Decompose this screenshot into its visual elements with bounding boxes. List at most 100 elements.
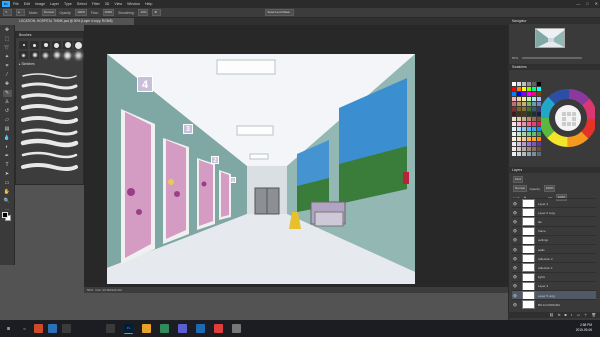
layer-row[interactable]: 👁 BG FLOORGRA [512,299,596,310]
visibility-eye-icon[interactable]: 👁 [512,229,518,233]
color-swatch[interactable] [517,132,521,136]
color-swatch[interactable] [532,97,536,101]
gradient-tool-icon[interactable]: ▤ [3,126,12,133]
app-icon[interactable] [62,324,71,333]
color-swatch[interactable] [517,142,521,146]
color-swatch[interactable] [532,107,536,111]
color-swatch[interactable] [522,132,526,136]
close-button[interactable]: ✕ [595,1,598,6]
layer-style-icon[interactable]: fx [558,312,561,318]
color-swatch[interactable] [522,102,526,106]
color-swatch[interactable] [517,97,521,101]
brush-preset[interactable] [63,51,72,59]
discord-icon[interactable] [178,324,187,333]
gear-icon[interactable]: ⚙ [152,9,162,16]
color-swatch[interactable] [517,147,521,151]
menu-edit[interactable]: Edit [24,2,30,6]
taskbar-clock[interactable]: 2:58 PM 2019-09-06 [576,323,592,333]
color-swatch[interactable] [512,147,516,151]
color-swatch[interactable] [522,152,526,156]
color-swatch[interactable] [517,107,521,111]
layers-panel-title[interactable]: Layers [508,167,600,173]
new-group-icon[interactable]: ▭ [577,312,580,318]
menu-type[interactable]: Type [64,2,72,6]
app-icon[interactable] [196,324,205,333]
marquee-tool-icon[interactable]: ⬚ [3,36,12,43]
color-swatch[interactable] [512,132,516,136]
color-swatch[interactable] [512,112,516,116]
blend-mode-select[interactable]: Normal [513,185,527,192]
color-swatch[interactable] [532,87,536,91]
shape-tool-icon[interactable]: ▭ [3,180,12,187]
menu-select[interactable]: Select [77,2,87,6]
navigator-panel-title[interactable]: Navigator [508,18,600,24]
color-swatch[interactable] [532,152,536,156]
blur-tool-icon[interactable]: 💧 [3,135,12,142]
color-swatch[interactable] [532,117,536,121]
color-swatch[interactable] [512,152,516,156]
color-swatch[interactable] [512,137,516,141]
brush-preset[interactable] [19,51,28,59]
color-wheel[interactable] [539,80,597,156]
brush-preset[interactable] [41,41,50,49]
brush-folder[interactable]: ▸ Sketches [19,62,80,66]
visibility-eye-icon[interactable]: 👁 [512,275,518,279]
color-swatch[interactable] [527,82,531,86]
color-swatch[interactable] [532,142,536,146]
color-swatch[interactable] [522,107,526,111]
dodge-tool-icon[interactable]: ◐ [3,144,12,151]
menu-image[interactable]: Image [35,2,45,6]
brush-preset[interactable] [41,51,50,59]
color-swatch[interactable] [527,112,531,116]
brush-preset[interactable] [63,41,72,49]
color-swatch[interactable] [522,127,526,131]
adjustment-layer-icon[interactable]: ◐ [571,312,573,318]
color-swatch[interactable] [512,127,516,131]
search-icon[interactable]: ○ [20,324,29,333]
brush-preset[interactable] [52,41,61,49]
color-swatch[interactable] [517,152,521,156]
menu-help[interactable]: Help [145,2,152,6]
color-swatch[interactable] [517,87,521,91]
color-swatch[interactable] [527,117,531,121]
color-swatch[interactable] [532,137,536,141]
visibility-eye-icon[interactable]: 👁 [512,211,518,215]
color-swatch[interactable] [522,112,526,116]
visibility-eye-icon[interactable]: 👁 [512,294,518,298]
brush-preset[interactable] [74,41,83,49]
zoom-tool-icon[interactable]: 🔍 [3,198,12,205]
link-layers-icon[interactable]: ⛓ [549,312,553,318]
color-swatch[interactable] [517,117,521,121]
color-swatch[interactable] [512,142,516,146]
menu-3d[interactable]: 3D [105,2,110,6]
visibility-eye-icon[interactable]: 👁 [512,284,518,288]
brush-preset[interactable] [30,41,39,49]
color-swatch[interactable] [527,122,531,126]
new-layer-icon[interactable]: ＋ [584,312,588,318]
brush-preset[interactable] [30,51,39,59]
lasso-tool-icon[interactable]: ➰ [3,45,12,52]
color-swatch[interactable] [527,127,531,131]
brush-size-picker[interactable]: ● [16,9,25,16]
smoothing-field[interactable]: 10% [138,9,149,16]
color-swatch[interactable] [532,147,536,151]
color-swatch[interactable] [512,97,516,101]
visibility-eye-icon[interactable]: 👁 [512,220,518,224]
brush-preset[interactable] [74,51,83,59]
menu-file[interactable]: File [13,2,19,6]
color-swatch[interactable] [522,117,526,121]
menu-filter[interactable]: Filter [92,2,100,6]
color-swatch[interactable] [522,92,526,96]
color-swatch[interactable] [522,137,526,141]
eraser-tool-icon[interactable]: ▱ [3,117,12,124]
opacity-field[interactable]: 100% [75,9,87,16]
color-swatch[interactable] [517,127,521,131]
color-swatch[interactable] [512,87,516,91]
layer-opacity-field[interactable]: 100% [543,185,556,192]
visibility-eye-icon[interactable]: 👁 [512,266,518,270]
document-tab[interactable]: LOCATION- HOSPITAL THINK.psd @ 50% (Laye… [16,18,134,25]
eyedropper-tool-icon[interactable]: ⁄ [3,72,12,79]
windows-start-icon[interactable]: ⊞ [4,324,13,333]
navigator-thumbnail[interactable] [535,28,565,48]
color-swatch[interactable] [527,152,531,156]
